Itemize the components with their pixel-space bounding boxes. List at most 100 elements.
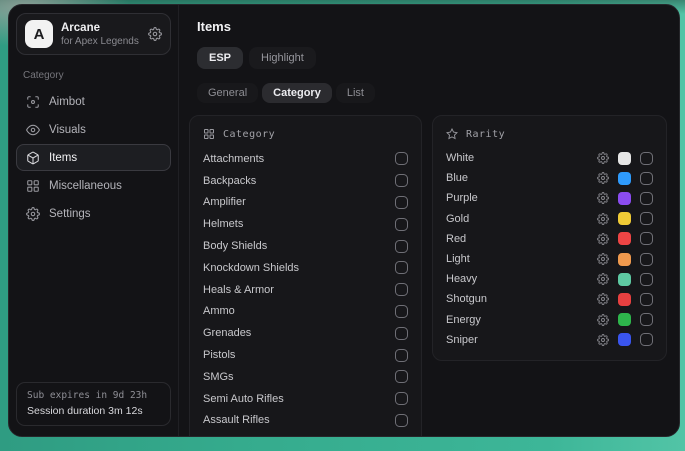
rarity-row[interactable]: Gold — [446, 209, 653, 229]
rarity-checkbox[interactable] — [640, 232, 653, 245]
star-icon — [446, 128, 458, 140]
category-checkbox[interactable] — [395, 414, 408, 427]
category-panel: Category Attachments Backpacks Amplifier… — [189, 115, 422, 436]
rarity-settings-icon[interactable] — [597, 293, 609, 305]
category-row[interactable]: LMGs — [203, 431, 408, 436]
category-row-label: Attachments — [203, 153, 264, 165]
category-checkbox[interactable] — [395, 327, 408, 340]
category-checkbox[interactable] — [395, 174, 408, 187]
rarity-row[interactable]: Heavy — [446, 269, 653, 289]
category-panel-title: Category — [223, 129, 275, 140]
category-row[interactable]: Semi Auto Rifles — [203, 388, 408, 410]
tab-general[interactable]: General — [197, 83, 258, 103]
category-checkbox[interactable] — [395, 196, 408, 209]
category-checkbox[interactable] — [395, 152, 408, 165]
sidebar-item-label: Miscellaneous — [49, 180, 122, 192]
category-checkbox[interactable] — [395, 305, 408, 318]
sidebar-section-label: Category — [23, 70, 164, 81]
rarity-checkbox[interactable] — [640, 152, 653, 165]
sidebar-item-miscellaneous[interactable]: Miscellaneous — [16, 172, 171, 199]
rarity-row[interactable]: Purple — [446, 188, 653, 208]
rarity-checkbox[interactable] — [640, 172, 653, 185]
rarity-checkbox[interactable] — [640, 273, 653, 286]
category-row[interactable]: Ammo — [203, 301, 408, 323]
desktop-backdrop: A Arcane for Apex Legends Category Aimbo… — [0, 0, 685, 451]
rarity-row-label: Energy — [446, 314, 481, 326]
rarity-color-swatch[interactable] — [618, 253, 631, 266]
rarity-checkbox[interactable] — [640, 253, 653, 266]
category-row-label: Backpacks — [203, 175, 256, 187]
brand-settings-icon[interactable] — [148, 27, 162, 41]
rarity-row-controls — [597, 192, 653, 205]
rarity-checkbox[interactable] — [640, 313, 653, 326]
tab-list[interactable]: List — [336, 83, 375, 103]
rarity-row[interactable]: White — [446, 148, 653, 168]
category-row[interactable]: Amplifier — [203, 192, 408, 214]
category-row[interactable]: Knockdown Shields — [203, 257, 408, 279]
category-row[interactable]: Backpacks — [203, 170, 408, 192]
tab-category[interactable]: Category — [262, 83, 332, 103]
rarity-settings-icon[interactable] — [597, 172, 609, 184]
rarity-color-swatch[interactable] — [618, 212, 631, 225]
category-row-label: Semi Auto Rifles — [203, 393, 284, 405]
rarity-row-controls — [597, 313, 653, 326]
rarity-settings-icon[interactable] — [597, 314, 609, 326]
rarity-row-controls — [597, 172, 653, 185]
rarity-settings-icon[interactable] — [597, 213, 609, 225]
mode-highlight-button[interactable]: Highlight — [249, 47, 316, 69]
sidebar-item-label: Items — [49, 152, 77, 164]
rarity-row[interactable]: Light — [446, 249, 653, 269]
category-row[interactable]: Helmets — [203, 213, 408, 235]
sidebar-item-items[interactable]: Items — [16, 144, 171, 171]
rarity-row-controls — [597, 253, 653, 266]
rarity-row[interactable]: Blue — [446, 168, 653, 188]
rarity-color-swatch[interactable] — [618, 273, 631, 286]
category-checkbox[interactable] — [395, 240, 408, 253]
category-row[interactable]: Heals & Armor — [203, 279, 408, 301]
rarity-checkbox[interactable] — [640, 212, 653, 225]
app-logo: A — [25, 20, 53, 48]
rarity-settings-icon[interactable] — [597, 233, 609, 245]
rarity-settings-icon[interactable] — [597, 273, 609, 285]
category-list: Attachments Backpacks Amplifier Helmets … — [203, 148, 408, 436]
rarity-color-swatch[interactable] — [618, 293, 631, 306]
category-checkbox[interactable] — [395, 392, 408, 405]
mode-esp-button[interactable]: ESP — [197, 47, 243, 69]
rarity-row-controls — [597, 232, 653, 245]
rarity-color-swatch[interactable] — [618, 232, 631, 245]
sidebar: A Arcane for Apex Legends Category Aimbo… — [9, 5, 179, 436]
rarity-color-swatch[interactable] — [618, 192, 631, 205]
rarity-color-swatch[interactable] — [618, 333, 631, 346]
category-checkbox[interactable] — [395, 261, 408, 274]
category-checkbox[interactable] — [395, 349, 408, 362]
rarity-settings-icon[interactable] — [597, 253, 609, 265]
rarity-checkbox[interactable] — [640, 192, 653, 205]
category-row[interactable]: Pistols — [203, 344, 408, 366]
sidebar-item-aimbot[interactable]: Aimbot — [16, 88, 171, 115]
rarity-row[interactable]: Energy — [446, 310, 653, 330]
rarity-row[interactable]: Sniper — [446, 330, 653, 350]
sidebar-item-settings[interactable]: Settings — [16, 200, 171, 227]
rarity-checkbox[interactable] — [640, 333, 653, 346]
category-row[interactable]: Body Shields — [203, 235, 408, 257]
rarity-color-swatch[interactable] — [618, 313, 631, 326]
category-checkbox[interactable] — [395, 370, 408, 383]
category-row[interactable]: Attachments — [203, 148, 408, 170]
rarity-checkbox[interactable] — [640, 293, 653, 306]
category-row[interactable]: Assault Rifles — [203, 410, 408, 432]
category-row[interactable]: SMGs — [203, 366, 408, 388]
rarity-color-swatch[interactable] — [618, 152, 631, 165]
main-content: Items ESP Highlight General Category Lis… — [179, 5, 679, 436]
rarity-settings-icon[interactable] — [597, 192, 609, 204]
rarity-color-swatch[interactable] — [618, 172, 631, 185]
rarity-row[interactable]: Shotgun — [446, 289, 653, 309]
rarity-settings-icon[interactable] — [597, 152, 609, 164]
category-checkbox[interactable] — [395, 218, 408, 231]
rarity-settings-icon[interactable] — [597, 334, 609, 346]
rarity-row[interactable]: Red — [446, 229, 653, 249]
rarity-row-controls — [597, 333, 653, 346]
category-checkbox[interactable] — [395, 283, 408, 296]
category-row-label: SMGs — [203, 371, 234, 383]
category-row[interactable]: Grenades — [203, 322, 408, 344]
sidebar-item-visuals[interactable]: Visuals — [16, 116, 171, 143]
